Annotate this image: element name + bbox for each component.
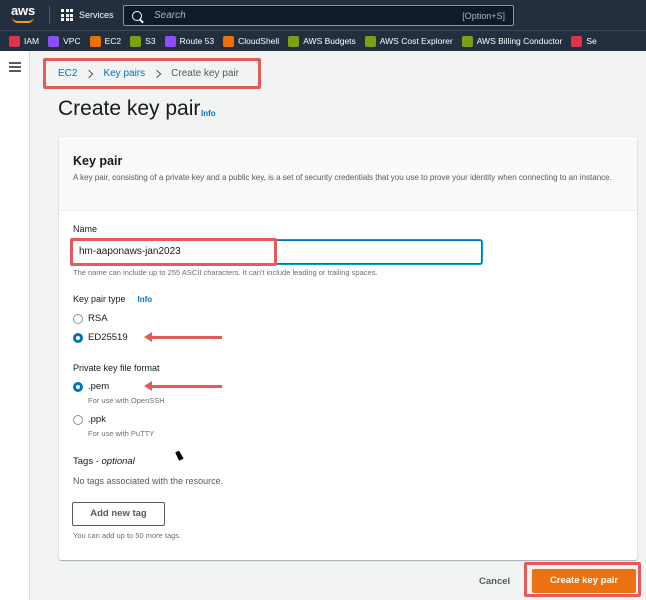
favorite-label: VPC <box>63 36 81 46</box>
format-label: Private key file format <box>73 363 160 373</box>
tags-hint: You can add up to 50 more tags. <box>73 531 182 540</box>
search-icon <box>132 10 142 21</box>
billing-conductor-icon <box>461 35 473 47</box>
menu-icon[interactable] <box>9 62 21 72</box>
panel-description: A key pair, consisting of a private key … <box>73 173 612 182</box>
side-navigation-rail <box>0 51 30 600</box>
favorite-billing-conductor[interactable]: AWS Billing Conductor <box>461 35 563 47</box>
breadcrumb-highlight-box <box>43 58 261 89</box>
divider <box>49 6 50 24</box>
key-pair-panel: Key pair A key pair, consisting of a pri… <box>59 137 637 560</box>
aws-logo[interactable]: aws <box>11 4 39 26</box>
favorite-label: Se <box>586 36 597 46</box>
services-menu-button[interactable]: Services <box>61 8 114 22</box>
favorite-label: AWS Billing Conductor <box>476 36 563 46</box>
panel-heading: Key pair <box>73 154 123 168</box>
favorite-iam[interactable]: IAM <box>9 35 40 47</box>
page-info-link[interactable]: Info <box>201 109 216 118</box>
panel-header: Key pair A key pair, consisting of a pri… <box>59 137 637 211</box>
favorite-budgets[interactable]: AWS Budgets <box>288 35 356 47</box>
ppk-radio[interactable] <box>73 415 83 425</box>
favorite-more[interactable]: Se <box>571 35 597 47</box>
tags-optional: optional <box>101 456 135 467</box>
name-label: Name <box>73 224 98 234</box>
cancel-button[interactable]: Cancel <box>479 576 510 587</box>
tags-title: Tags - optional <box>73 456 135 467</box>
services-label: Services <box>79 10 114 20</box>
grid-icon <box>61 9 73 21</box>
ppk-label: .ppk <box>88 414 106 425</box>
service-icon <box>571 35 583 47</box>
favorite-label: Route 53 <box>179 36 215 46</box>
tags-title-text: Tags - <box>73 456 102 467</box>
route53-icon <box>164 35 176 47</box>
rsa-radio[interactable] <box>73 314 83 324</box>
favorite-s3[interactable]: S3 <box>130 35 156 47</box>
annotation-arrow <box>144 332 222 342</box>
s3-icon <box>130 35 142 47</box>
annotation-arrow <box>144 381 222 391</box>
favorite-label: AWS Cost Explorer <box>379 36 453 46</box>
iam-icon <box>9 35 20 47</box>
key-type-label-text: Key pair type <box>73 294 126 304</box>
key-type-info-link[interactable]: Info <box>138 295 153 304</box>
favorites-bar: IAM VPC EC2 S3 Route 53 CloudShell AWS B… <box>0 30 646 51</box>
ppk-hint: For use with PuTTY <box>88 429 155 438</box>
search-input[interactable]: Search [Option+S] <box>123 5 514 26</box>
favorite-cost-explorer[interactable]: AWS Cost Explorer <box>364 35 453 47</box>
pem-radio[interactable] <box>73 382 83 392</box>
pem-hint: For use with OpenSSH <box>88 396 165 405</box>
create-highlight-box <box>524 562 641 597</box>
favorite-route53[interactable]: Route 53 <box>164 35 215 47</box>
tags-empty-text: No tags associated with the resource. <box>73 476 224 486</box>
ec2-icon <box>89 35 101 47</box>
aws-smile-icon <box>12 17 34 23</box>
pem-label: .pem <box>88 381 110 392</box>
favorite-label: IAM <box>24 36 40 46</box>
budgets-icon <box>288 35 300 47</box>
cloudshell-icon <box>223 35 235 47</box>
ed25519-radio[interactable] <box>73 333 83 343</box>
name-hint: The name can include up to 255 ASCII cha… <box>73 268 378 277</box>
favorite-vpc[interactable]: VPC <box>48 35 81 47</box>
key-type-label: Key pair type Info <box>73 294 152 304</box>
rsa-label: RSA <box>88 313 108 324</box>
vpc-icon <box>48 35 60 47</box>
favorite-ec2[interactable]: EC2 <box>89 35 122 47</box>
favorite-label: EC2 <box>104 36 122 46</box>
favorite-label: CloudShell <box>238 36 280 46</box>
add-new-tag-button[interactable]: Add new tag <box>72 502 165 526</box>
search-placeholder: Search <box>154 10 186 21</box>
top-navigation-bar: aws Services Search [Option+S] <box>0 0 646 30</box>
ed25519-label: ED25519 <box>88 332 128 343</box>
aws-logo-text: aws <box>11 3 35 18</box>
name-highlight-box <box>70 238 277 266</box>
favorite-label: S3 <box>145 36 156 46</box>
cost-explorer-icon <box>364 35 376 47</box>
page-title: Create key pair <box>58 97 201 120</box>
favorite-label: AWS Budgets <box>303 36 356 46</box>
search-shortcut: [Option+S] <box>462 10 505 21</box>
favorite-cloudshell[interactable]: CloudShell <box>223 35 280 47</box>
